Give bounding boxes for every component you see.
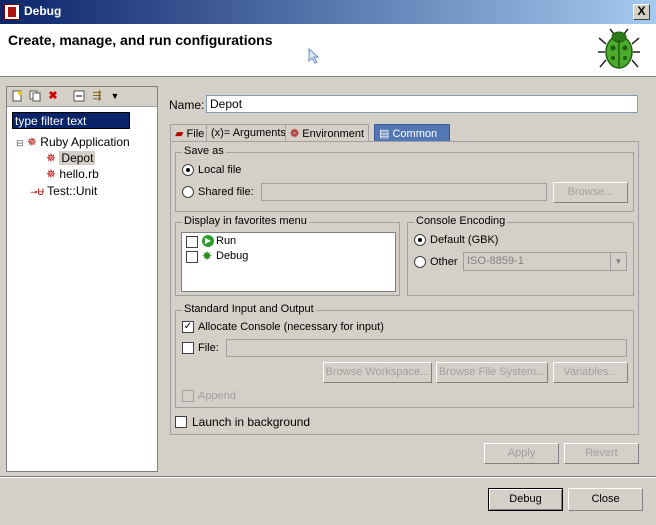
close-window-button[interactable]: X (633, 4, 650, 20)
chevron-down-icon[interactable]: ▼ (610, 253, 626, 270)
shared-file-radio[interactable] (182, 186, 194, 198)
encoding-other-label: Other (430, 256, 458, 268)
encoding-default-radio[interactable] (414, 234, 426, 246)
page-title: Create, manage, and run configurations (8, 32, 273, 48)
filter-input[interactable]: type filter text (12, 112, 130, 129)
ruby-runner-icon: ✵ (26, 135, 37, 149)
shared-file-input[interactable] (261, 183, 547, 201)
debug-icon: ✸ (202, 249, 213, 263)
shared-file-label: Shared file: (198, 186, 254, 198)
tree-item-label: Depot (59, 151, 96, 165)
encoding-default-label: Default (GBK) (430, 234, 499, 246)
launch-background-checkbox[interactable] (175, 416, 187, 428)
environment-tab-icon: ❁ (290, 128, 300, 140)
encoding-other-radio[interactable] (414, 256, 426, 268)
console-encoding-title: Console Encoding (414, 215, 508, 227)
tab-label: Arguments (232, 127, 286, 139)
append-checkbox[interactable] (182, 390, 194, 402)
cursor-icon (308, 48, 320, 64)
ruby-runner-icon: ✵ (46, 151, 57, 165)
favorite-debug-label: Debug (216, 250, 249, 262)
encoding-other-select[interactable]: ISO-8859-1 ▼ (463, 252, 627, 271)
title-bar: Debug X (0, 0, 656, 24)
save-as-title: Save as (182, 145, 226, 157)
tree-item-label: Test::Unit (47, 184, 98, 198)
tab-environment[interactable]: ❁ Environment (285, 124, 370, 142)
allocate-console-checkbox[interactable]: ✓ (182, 321, 194, 333)
file-tab-icon: ▰ (175, 128, 184, 140)
name-input[interactable]: Depot (206, 95, 638, 113)
encoding-other-value: ISO-8859-1 (467, 255, 524, 267)
append-label: Append (198, 390, 236, 402)
allocate-console-label: Allocate Console (necessary for input) (198, 321, 384, 333)
stdio-title: Standard Input and Output (182, 303, 316, 315)
collapse-icon[interactable]: ⊟ (16, 138, 24, 148)
tab-label: File (186, 128, 205, 140)
tree-item-test-unit[interactable]: ⊸Ʉ Test::Unit (30, 184, 97, 198)
apply-button[interactable]: Apply (484, 443, 559, 464)
tab-common[interactable]: ▤ Common (374, 124, 450, 142)
test-unit-icon: ⊸Ʉ (30, 187, 45, 197)
tree-item-label: hello.rb (59, 167, 99, 181)
variables-button[interactable]: Variables... (553, 362, 628, 383)
tab-label: Environment (302, 128, 365, 140)
common-tab-icon: ▤ (379, 128, 390, 140)
filter-icon[interactable]: ⇶ (91, 90, 103, 102)
collapse-all-icon[interactable] (73, 90, 85, 102)
app-icon (4, 4, 20, 20)
view-menu-icon[interactable]: ▼ (109, 90, 121, 102)
tree-item-ruby-application[interactable]: ⊟ ✵ Ruby Application (16, 135, 130, 149)
browse-file-system-button[interactable]: Browse File System... (436, 362, 548, 383)
favorite-run-checkbox[interactable] (186, 236, 198, 248)
tree-item-label: Ruby Application (40, 135, 130, 149)
output-file-input[interactable] (226, 339, 627, 357)
delete-config-icon[interactable]: ✖ (47, 90, 59, 102)
local-file-label: Local file (198, 164, 242, 176)
header-banner: Create, manage, and run configurations (0, 24, 656, 77)
favorite-debug-checkbox[interactable] (186, 251, 198, 263)
output-file-label: File: (198, 342, 219, 354)
duplicate-config-icon[interactable] (29, 90, 41, 102)
favorite-run-label: Run (216, 235, 237, 247)
tree-item-hello-rb[interactable]: ✵ hello.rb (46, 167, 99, 181)
revert-button[interactable]: Revert (564, 443, 639, 464)
shared-browse-button[interactable]: Browse... (553, 182, 628, 203)
tab-file[interactable]: ▰ File (170, 124, 210, 142)
browse-workspace-button[interactable]: Browse Workspace... (323, 362, 432, 383)
output-file-checkbox[interactable] (182, 342, 194, 354)
launch-background-label: Launch in background (192, 415, 311, 429)
name-label: Name: (169, 98, 205, 112)
debug-button[interactable]: Debug (488, 488, 563, 511)
tab-arguments[interactable]: (x)= Arguments (206, 124, 291, 142)
tab-label: Common (392, 128, 438, 140)
ruby-runner-icon: ✵ (46, 167, 57, 181)
tree-item-depot[interactable]: ✵ Depot (46, 151, 96, 165)
favorites-title: Display in favorites menu (182, 215, 309, 227)
local-file-radio[interactable] (182, 164, 194, 176)
arguments-tab-icon: (x)= (211, 127, 231, 139)
window-title: Debug (24, 4, 62, 18)
close-button[interactable]: Close (568, 488, 643, 511)
new-config-icon[interactable] (11, 90, 23, 102)
debug-bug-icon (598, 28, 640, 69)
bottom-separator (0, 476, 656, 478)
run-icon: ▶ (202, 235, 214, 247)
config-toolbar: ✖ ⇶ ▼ (7, 87, 157, 107)
